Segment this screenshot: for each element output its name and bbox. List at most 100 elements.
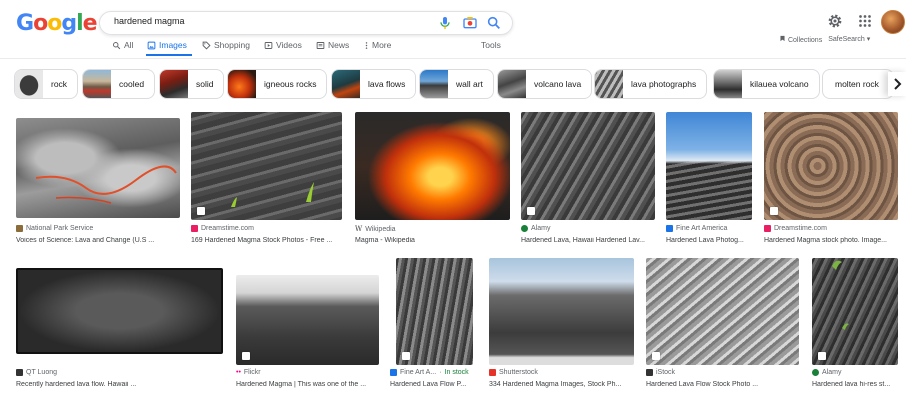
chips-next-button[interactable] xyxy=(888,72,906,96)
chip-cooled[interactable]: cooled xyxy=(82,69,156,99)
result-title[interactable]: Recently hardened lava flow. Hawaii ... xyxy=(16,381,223,388)
chip-label: volcano lava xyxy=(534,79,582,89)
apps-grid-icon[interactable] xyxy=(856,12,874,30)
chip-wall-art[interactable]: wall art xyxy=(419,69,494,99)
result-image[interactable] xyxy=(521,112,655,220)
image-badge-icon xyxy=(527,207,535,215)
chip-molten-rock[interactable]: molten rock xyxy=(822,69,894,99)
result-title[interactable]: Hardened Lava Flow P... xyxy=(390,381,475,388)
chip-solid[interactable]: solid xyxy=(159,69,225,99)
result-source[interactable]: W Wikipedia xyxy=(355,225,396,233)
chip-rock[interactable]: rock xyxy=(14,69,79,99)
source-name: National Park Service xyxy=(26,225,94,232)
news-icon xyxy=(316,41,325,49)
image-icon xyxy=(147,41,156,49)
result-image[interactable] xyxy=(355,112,510,220)
result-title[interactable]: Hardened lava hi-res st... xyxy=(812,381,904,388)
more-vert-icon xyxy=(365,41,368,49)
chip-lava-photographs[interactable]: lava photographs xyxy=(594,69,708,99)
chip-label: lava photographs xyxy=(631,79,697,89)
wikipedia-w-icon: W xyxy=(355,225,363,233)
result-image[interactable] xyxy=(236,275,379,365)
result-image[interactable] xyxy=(646,258,799,365)
result-source[interactable]: National Park Service xyxy=(16,225,93,232)
chip-volcano-lava[interactable]: volcano lava xyxy=(497,69,593,99)
source-favicon xyxy=(666,225,673,232)
chip-igneous-rocks[interactable]: igneous rocks xyxy=(227,69,328,99)
result-image[interactable] xyxy=(16,118,180,218)
result-title[interactable]: Hardened Lava Flow Stock Photo ... xyxy=(646,381,799,388)
result-source[interactable]: Fine Art America xyxy=(666,225,727,232)
logo-letter-6: e xyxy=(82,11,98,36)
search-box[interactable]: hardened magma xyxy=(99,11,513,35)
sprout-graphic xyxy=(231,182,314,207)
chip-kilauea-volcano[interactable]: kilauea volcano xyxy=(713,69,820,99)
result-image[interactable] xyxy=(812,258,898,365)
safesearch-toggle[interactable]: SafeSearch ▾ xyxy=(828,35,870,44)
result-source[interactable]: •• Flickr xyxy=(236,369,261,376)
result-title[interactable]: 334 Hardened Magma Images, Stock Ph... xyxy=(489,381,634,388)
source-name: Fine Art America xyxy=(676,225,728,232)
result-source[interactable]: Alamy xyxy=(812,369,841,376)
chip-thumbnail xyxy=(160,70,188,98)
result-image[interactable] xyxy=(489,258,634,365)
result-source[interactable]: Dreamstime.com xyxy=(191,225,254,232)
chip-label: molten rock xyxy=(835,79,879,89)
chip-thumbnail xyxy=(83,70,111,98)
header-divider xyxy=(0,58,906,59)
result-image[interactable] xyxy=(396,258,473,365)
result-source[interactable]: Dreamstime.com xyxy=(764,225,827,232)
tools-button[interactable]: Tools xyxy=(481,40,501,50)
source-favicon xyxy=(646,369,653,376)
chip-label: rock xyxy=(51,79,68,89)
result-image[interactable] xyxy=(16,268,223,354)
tab-label: Images xyxy=(159,40,187,50)
active-tab-indicator xyxy=(146,54,192,56)
google-logo[interactable]: Google xyxy=(16,11,98,37)
tab-videos[interactable]: Videos xyxy=(264,40,302,50)
mic-icon[interactable] xyxy=(437,15,453,31)
search-icon[interactable] xyxy=(486,15,502,31)
result-source[interactable]: Shutterstock xyxy=(489,369,538,376)
account-avatar[interactable] xyxy=(881,10,905,34)
result-source[interactable]: iStock xyxy=(646,369,675,376)
result-title[interactable]: Hardened Magma | This was one of the ... xyxy=(236,381,379,388)
result-image[interactable] xyxy=(191,112,342,220)
result-title[interactable]: 169 Hardened Magma Stock Photos - Free .… xyxy=(191,237,343,244)
result-source[interactable]: QT Luong xyxy=(16,369,57,376)
logo-letter-3: o xyxy=(47,11,62,36)
source-name: Alamy xyxy=(531,225,551,232)
image-badge-icon xyxy=(818,352,826,360)
chip-thumbnail xyxy=(714,70,742,98)
result-title[interactable]: Hardened Lava Photog... xyxy=(666,237,752,244)
chip-label: igneous rocks xyxy=(264,79,317,89)
tab-more[interactable]: More xyxy=(364,40,391,50)
search-icon xyxy=(113,41,121,49)
chip-lava-flows[interactable]: lava flows xyxy=(331,69,417,99)
tab-images[interactable]: Images xyxy=(147,40,187,50)
result-source[interactable]: Alamy xyxy=(521,225,550,232)
tab-label: Shopping xyxy=(214,40,250,50)
image-badge-icon xyxy=(197,207,205,215)
result-image[interactable] xyxy=(764,112,898,220)
result-source[interactable]: Fine Art A... · In stock xyxy=(390,369,469,376)
result-title[interactable]: Voices of Science: Lava and Change (U.S … xyxy=(16,237,180,244)
result-title[interactable]: Hardened Magma stock photo. Image... xyxy=(764,237,898,244)
result-title[interactable]: Magma - Wikipedia xyxy=(355,237,510,244)
source-favicon xyxy=(764,225,771,232)
search-input[interactable]: hardened magma xyxy=(114,16,185,26)
result-image[interactable] xyxy=(666,112,752,220)
camera-search-icon[interactable] xyxy=(462,15,478,31)
settings-gear-icon[interactable] xyxy=(826,12,844,30)
chip-thumbnail xyxy=(595,70,623,98)
result-title[interactable]: Hardened Lava, Hawaii Hardened Lav... xyxy=(521,237,655,244)
tab-news[interactable]: News xyxy=(316,40,349,50)
tab-shopping[interactable]: Shopping xyxy=(202,40,250,50)
chip-thumbnail xyxy=(498,70,526,98)
chip-thumbnail xyxy=(332,70,360,98)
tab-all[interactable]: All xyxy=(112,40,133,50)
stock-separator: · xyxy=(439,369,442,376)
source-name: Shutterstock xyxy=(499,369,538,376)
plant-graphic xyxy=(832,260,849,330)
collections-link[interactable]: Collections xyxy=(779,35,822,44)
